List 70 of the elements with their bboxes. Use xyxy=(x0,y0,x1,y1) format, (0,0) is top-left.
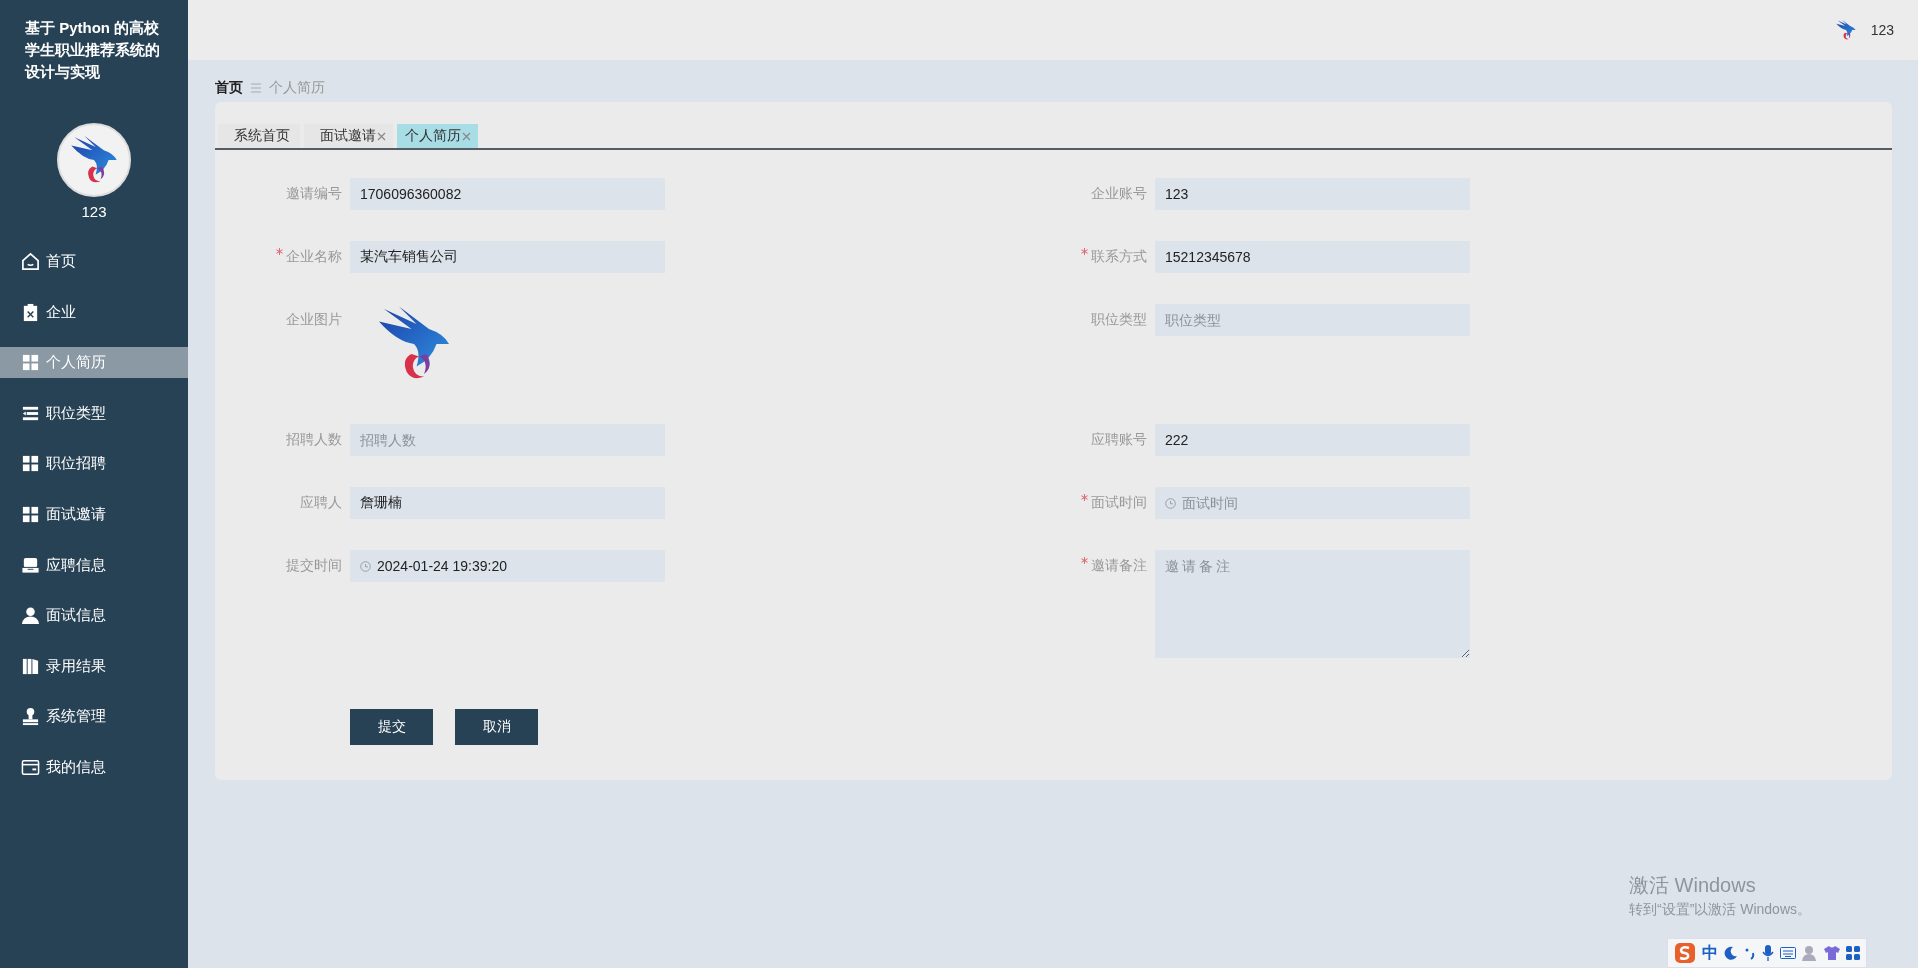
date-field[interactable]: 面试时间 xyxy=(1155,487,1470,519)
nav-item[interactable]: 我的信息 xyxy=(0,751,188,783)
nav-item[interactable]: 首页 xyxy=(0,246,188,277)
field-label: 招聘人数 xyxy=(286,431,342,449)
tab[interactable]: 系统首页 xyxy=(218,124,300,148)
input-field[interactable]: 某汽车销售公司 xyxy=(350,241,665,273)
nav-item[interactable]: 职位招聘 xyxy=(0,448,188,480)
grid-icon xyxy=(21,454,40,474)
tab[interactable]: 面试邀请 xyxy=(304,124,393,148)
grid-icon xyxy=(21,353,40,373)
field-label: 邀请备注 xyxy=(1081,550,1147,582)
close-icon xyxy=(461,130,472,142)
ime-mode[interactable]: 中 xyxy=(1702,942,1718,964)
clipboard-icon xyxy=(21,302,40,322)
nav-item[interactable]: 面试信息 xyxy=(0,600,188,632)
system-title: 基于 Python 的高校学生职业推荐系统的设计与实现 xyxy=(23,18,161,82)
tab[interactable]: 个人简历 xyxy=(397,124,478,148)
field-label: 应聘账号 xyxy=(1091,431,1147,449)
input-field[interactable]: 123 xyxy=(1155,178,1470,210)
home-icon xyxy=(21,252,40,271)
user-icon xyxy=(21,606,40,626)
grid-icon xyxy=(21,504,40,524)
close-icon xyxy=(376,130,387,142)
field-label: 邀请编号 xyxy=(286,185,342,203)
breadcrumb-item[interactable]: 首页 xyxy=(215,79,243,97)
microphone-icon xyxy=(1762,945,1774,961)
nav-item[interactable]: 系统管理 xyxy=(0,701,188,733)
field-label: 企业账号 xyxy=(1091,185,1147,203)
user-icon xyxy=(1802,945,1818,961)
grid-icon xyxy=(1846,946,1860,960)
field-label: 企业图片 xyxy=(286,311,342,329)
stamp-icon xyxy=(21,707,40,727)
field-label: 职位类型 xyxy=(1091,311,1147,329)
field-label: 面试时间 xyxy=(1081,487,1147,519)
input-field[interactable]: 詹珊楠 xyxy=(350,487,665,519)
activation-title: 激活 Windows xyxy=(1629,873,1757,898)
inbox-icon xyxy=(21,555,40,575)
input-field[interactable]: 招聘人数 xyxy=(350,424,665,456)
activation-hint: 转到“设置”以激活 Windows。 xyxy=(1629,901,1812,919)
clock-icon xyxy=(1165,497,1176,509)
username: 123 xyxy=(80,203,108,220)
ime-logo-icon xyxy=(1674,942,1696,964)
input-field[interactable]: 职位类型 xyxy=(1155,304,1470,336)
field-label: 企业名称 xyxy=(276,241,342,273)
field-label: 应聘人 xyxy=(300,494,342,512)
input-field[interactable]: 邀请备注 xyxy=(1155,550,1470,658)
field-label: 提交时间 xyxy=(286,557,342,575)
moon-icon xyxy=(1724,946,1738,960)
bird-logo-icon xyxy=(1834,19,1857,41)
nav-item[interactable]: 企业 xyxy=(0,296,188,328)
nav-item[interactable]: 面试邀请 xyxy=(0,498,188,530)
card-icon xyxy=(21,757,40,777)
clock-icon xyxy=(360,560,371,572)
username: 123 xyxy=(1870,22,1894,38)
shirt-icon xyxy=(1824,945,1840,961)
keyboard-icon xyxy=(1780,947,1796,959)
input-field[interactable]: 1706096360082 xyxy=(350,178,665,210)
menu-icon xyxy=(251,83,261,93)
date-field[interactable]: 2024-01-24 19:39:20 xyxy=(350,550,665,582)
input-field[interactable]: 15212345678 xyxy=(1155,241,1470,273)
nav-item[interactable]: 职位类型 xyxy=(0,397,188,429)
punctuation-icon xyxy=(1744,946,1756,960)
form-button[interactable]: 取消 xyxy=(455,709,538,745)
input-field[interactable]: 222 xyxy=(1155,424,1470,456)
nav-item[interactable]: 录用结果 xyxy=(0,650,188,682)
nav-item[interactable]: 应聘信息 xyxy=(0,549,188,581)
breadcrumb-item: 个人简历 xyxy=(269,79,325,97)
book-icon xyxy=(21,656,40,676)
form-button[interactable]: 提交 xyxy=(350,709,433,745)
field-label: 联系方式 xyxy=(1081,241,1147,273)
